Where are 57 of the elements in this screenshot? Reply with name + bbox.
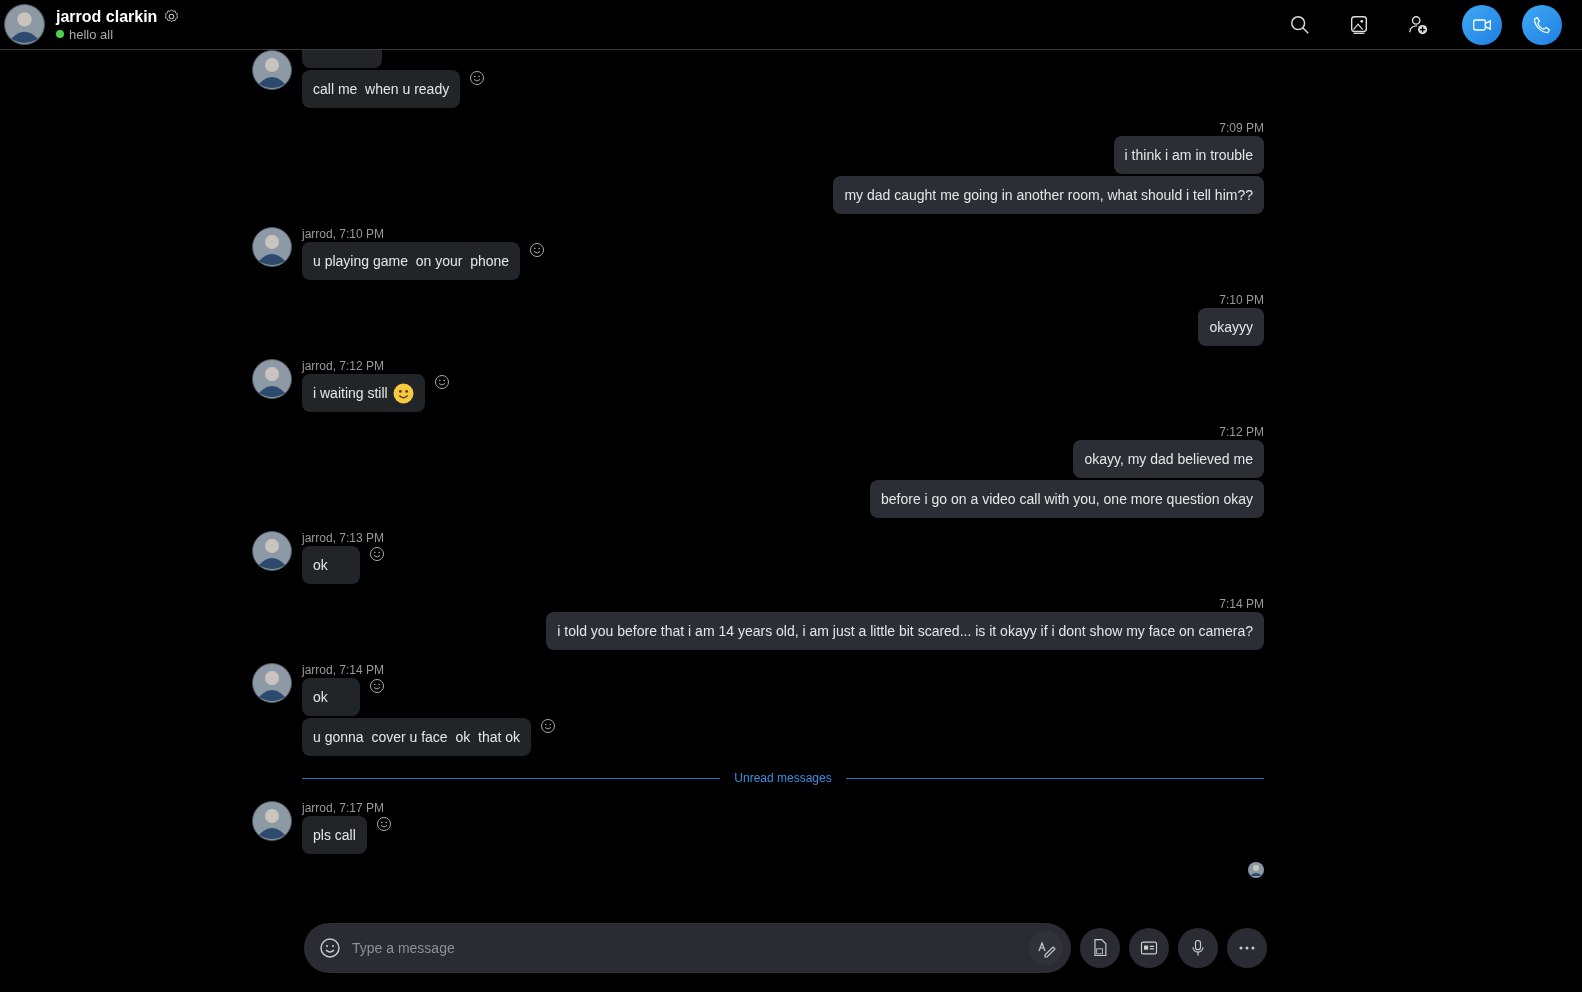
- message-time: 7:14 PM: [1219, 597, 1264, 611]
- smiley-icon[interactable]: [540, 718, 557, 734]
- message-bubble: before i go on a video call with you, one more question okay: [870, 480, 1264, 518]
- more-icon: [1239, 946, 1255, 950]
- gallery-icon[interactable]: [1348, 13, 1370, 36]
- message-bubble: ok: [302, 546, 360, 584]
- avatar: [252, 801, 292, 841]
- message-bubble: i think i am in trouble: [1113, 136, 1264, 174]
- smiley-icon[interactable]: [375, 816, 392, 832]
- add-contact-icon[interactable]: [1407, 13, 1429, 36]
- search-icon[interactable]: [1289, 13, 1311, 36]
- video-call-button[interactable]: [1462, 4, 1502, 45]
- avatar: [252, 531, 292, 571]
- message-bubble: okayy, my dad believed me: [1073, 440, 1264, 478]
- sender-time: jarrod, 7:17 PM: [302, 801, 386, 815]
- smiley-icon[interactable]: [529, 242, 546, 258]
- smiley-icon[interactable]: [369, 546, 385, 562]
- message-input[interactable]: Type a message: [350, 939, 1021, 957]
- message-time: 7:10 PM: [1219, 293, 1264, 307]
- avatar: [4, 4, 45, 45]
- sender-time: jarrod, 7:12 PM: [302, 359, 386, 373]
- format-icon[interactable]: [1029, 931, 1063, 965]
- sender-time: jarrod, 7:13 PM: [302, 531, 385, 545]
- message-bubble: pls call: [302, 816, 367, 854]
- message-bubble: i waiting still: [302, 374, 425, 412]
- status-message: hello all: [69, 26, 114, 42]
- avatar: [252, 663, 292, 703]
- message-bubble: ok: [302, 678, 360, 716]
- read-receipt-avatar: [1248, 862, 1264, 878]
- message-time: 7:09 PM: [1219, 121, 1264, 135]
- contact-card-button[interactable]: [1129, 928, 1169, 968]
- smiley-icon[interactable]: [433, 374, 450, 390]
- contact-name[interactable]: jarrod clarkin: [56, 7, 158, 26]
- message-bubble: i told you before that i am 14 years old, i am just a little bit scared... is it okayy if i dont show my face on camera?: [546, 612, 1264, 650]
- avatar: [252, 50, 292, 90]
- message-bubble: my dad caught me going in another room, what should i tell him??: [833, 176, 1264, 214]
- unread-divider-label: Unread messages: [734, 771, 832, 785]
- message-time: 7:12 PM: [1219, 425, 1264, 439]
- message-bubble: okayyy: [1198, 308, 1264, 346]
- message-bubble: call me when u ready: [302, 70, 461, 108]
- avatar: [252, 227, 292, 267]
- sender-time: jarrod, 7:10 PM: [302, 227, 386, 241]
- sender-time: jarrod, 7:14 PM: [302, 663, 386, 677]
- smiley-icon[interactable]: [469, 70, 486, 86]
- message-bubble: u gonna cover u face ok that ok: [302, 718, 532, 756]
- call-button[interactable]: [1522, 4, 1562, 45]
- message-bubble: u playing game on your phone: [302, 242, 521, 280]
- microphone-button[interactable]: [1178, 928, 1218, 968]
- smiley-icon[interactable]: [369, 678, 385, 694]
- phone-icon: [1532, 14, 1552, 35]
- more-button[interactable]: [1227, 928, 1267, 968]
- avatar: [252, 359, 292, 399]
- share-file-button[interactable]: [1080, 928, 1120, 968]
- smiley-icon: [392, 382, 414, 404]
- message-field[interactable]: Type a message: [304, 923, 1071, 973]
- settings-icon[interactable]: [163, 8, 181, 25]
- emoji-icon[interactable]: [318, 936, 342, 960]
